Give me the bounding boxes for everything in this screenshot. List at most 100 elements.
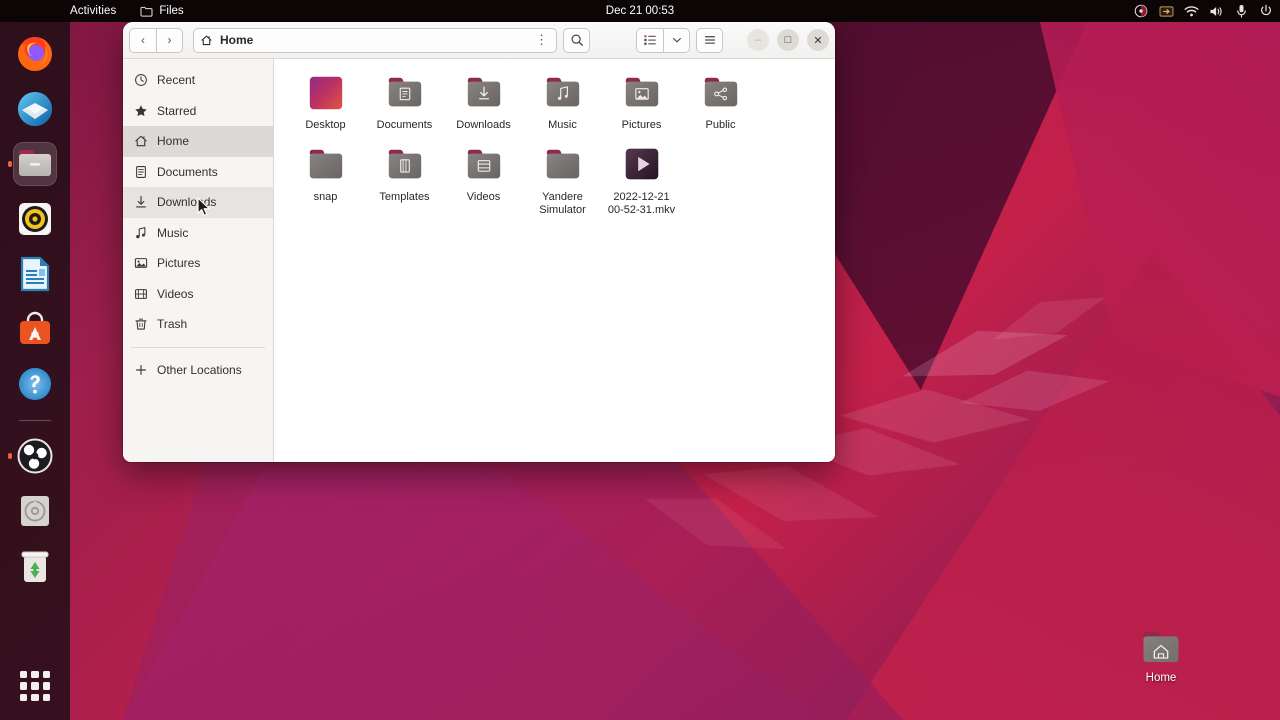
back-button[interactable]: ‹ — [129, 27, 156, 53]
sidebar-item-label: Trash — [157, 317, 188, 332]
clock: Dec 21 00:53 — [0, 5, 1280, 17]
microphone-icon[interactable] — [1233, 3, 1249, 19]
sidebar-item-documents[interactable]: Documents — [123, 157, 273, 188]
folder-icon — [309, 149, 342, 178]
system-status-area[interactable] — [1133, 3, 1274, 19]
sidebar-item-trash[interactable]: Trash — [123, 309, 273, 340]
desktop-thumbnail-icon — [309, 76, 342, 110]
power-menu-icon[interactable] — [1258, 3, 1274, 19]
sidebar-item-label: Videos — [157, 286, 194, 301]
path-label: Home — [220, 33, 254, 47]
sidebar-separator — [131, 346, 265, 348]
folder-icon — [467, 149, 500, 178]
wifi-icon[interactable] — [1183, 3, 1199, 19]
path-options-button[interactable]: ⋮ — [533, 32, 550, 48]
clock-label[interactable]: Dec 21 00:53 — [606, 5, 674, 17]
file-item[interactable]: Documents — [365, 69, 444, 139]
dock-item-disk-image[interactable] — [13, 489, 57, 533]
dock-item-files[interactable] — [8, 142, 57, 186]
sidebar-item-music[interactable]: Music — [123, 218, 273, 249]
minimize-button[interactable]: – — [747, 29, 769, 51]
file-item[interactable]: Videos — [444, 141, 523, 224]
video-file-icon — [625, 148, 658, 179]
running-indicator — [8, 161, 12, 167]
view-options-dropdown[interactable] — [663, 27, 690, 53]
desktop-icon-home[interactable]: Home — [1130, 628, 1192, 686]
sidebar-item-label: Downloads — [157, 195, 217, 210]
close-button[interactable]: ✕ — [807, 29, 829, 51]
file-item[interactable]: 2022-12-21 00-52-31.mkv — [602, 141, 681, 224]
activities-button[interactable]: Activities — [70, 5, 116, 17]
volume-icon[interactable] — [1208, 3, 1224, 19]
file-name: Documents — [376, 119, 433, 131]
dock-item-trash[interactable] — [13, 544, 57, 588]
film-icon — [133, 286, 148, 301]
dock-item-thunderbird[interactable] — [13, 87, 57, 131]
maximize-button[interactable]: □ — [777, 29, 799, 51]
file-item[interactable]: Yandere Simulator — [523, 141, 602, 224]
sidebar-item-downloads[interactable]: Downloads — [123, 187, 273, 218]
image-icon — [133, 256, 148, 271]
list-view-button[interactable] — [636, 27, 663, 53]
forward-button[interactable]: › — [156, 27, 183, 53]
sidebar-item-label: Starred — [157, 103, 197, 118]
sidebar-item-home[interactable]: Home — [123, 126, 273, 157]
screencast-recording-icon[interactable] — [1158, 3, 1174, 19]
dock-item-obs-studio[interactable] — [8, 434, 57, 478]
dock-item-libreoffice-writer[interactable] — [13, 252, 57, 296]
hamburger-menu-icon — [704, 36, 715, 44]
file-item[interactable]: Public — [681, 69, 760, 139]
file-item[interactable]: Music — [523, 69, 602, 139]
dock-item-ubuntu-software[interactable] — [13, 307, 57, 351]
dock-item-rhythmbox[interactable] — [13, 197, 57, 241]
rhythmbox-icon — [19, 203, 51, 235]
folder-icon — [388, 149, 421, 178]
list-view-icon — [644, 35, 656, 45]
folder-icon — [388, 77, 421, 107]
files-icon — [19, 150, 51, 176]
app-menu-files[interactable]: Files — [140, 5, 184, 17]
dock-item-help[interactable] — [13, 362, 57, 406]
download-icon — [133, 195, 148, 210]
sidebar-item-label: Other Locations — [157, 362, 242, 377]
top-bar: Activities Files Dec 21 00:53 — [0, 0, 1280, 22]
file-item[interactable]: Templates — [365, 141, 444, 224]
sidebar-item-recent[interactable]: Recent — [123, 65, 273, 96]
app-menu-label: Files — [159, 5, 184, 17]
sidebar-item-label: Pictures — [157, 256, 201, 271]
accessibility-icon[interactable] — [1133, 3, 1149, 19]
folder-icon — [704, 77, 737, 107]
file-view[interactable]: Desktop Documents Downloads Music Pictur… — [274, 59, 835, 462]
ubuntu-software-icon — [20, 311, 50, 344]
music-note-icon — [133, 225, 148, 240]
view-mode-group — [636, 27, 690, 53]
file-name: Videos — [466, 190, 501, 203]
file-item[interactable]: Desktop — [286, 69, 365, 139]
plus-icon — [133, 362, 148, 377]
libreoffice-writer-icon — [20, 256, 50, 292]
sidebar-item-pictures[interactable]: Pictures — [123, 248, 273, 279]
dock-item-firefox[interactable] — [13, 32, 57, 76]
sidebar-item-starred[interactable]: Starred — [123, 96, 273, 127]
sidebar-item-other-locations[interactable]: Other Locations — [123, 355, 273, 386]
help-icon — [19, 368, 51, 400]
main-menu-button[interactable] — [696, 27, 723, 53]
show-applications-button[interactable] — [15, 666, 55, 706]
file-name: Yandere Simulator — [539, 190, 586, 217]
folder-icon — [546, 149, 579, 178]
trash-icon — [21, 551, 49, 582]
file-name: Public — [705, 119, 736, 131]
path-bar[interactable]: Home ⋮ — [193, 27, 557, 53]
file-item[interactable]: Pictures — [602, 69, 681, 139]
file-item[interactable]: Downloads — [444, 69, 523, 139]
file-name: Templates — [379, 190, 430, 203]
sidebar-item-videos[interactable]: Videos — [123, 279, 273, 310]
obs-studio-icon — [17, 438, 53, 474]
disk-icon — [21, 496, 49, 526]
document-icon — [133, 164, 148, 179]
home-icon — [201, 35, 212, 45]
search-button[interactable] — [563, 27, 590, 53]
file-item[interactable]: snap — [286, 141, 365, 224]
folder-icon — [625, 77, 658, 107]
window-header-bar: ‹ › Home ⋮ – □ ✕ — [123, 22, 835, 59]
